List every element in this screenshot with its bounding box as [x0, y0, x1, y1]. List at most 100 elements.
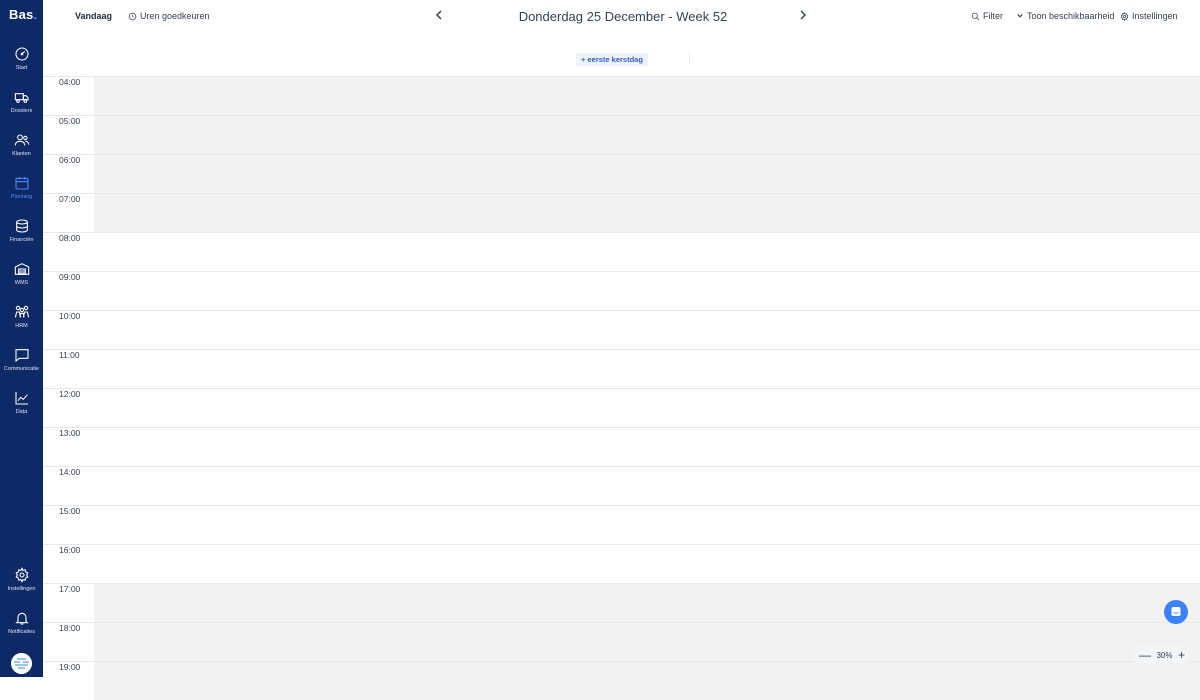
hour-row: 19:00 — [43, 661, 1200, 700]
sidebar-item-dossiers[interactable]: Dossiers — [0, 89, 43, 114]
sidebar-item-start[interactable]: Start — [0, 46, 43, 71]
bell-icon — [14, 612, 29, 625]
sidebar-item-label: Financiën — [9, 237, 34, 243]
hour-label: 10:00 — [59, 311, 81, 321]
sidebar-item-label: Start — [15, 65, 28, 71]
chat-icon — [14, 349, 29, 363]
hour-label: 13:00 — [59, 428, 81, 438]
hour-label: 06:00 — [59, 155, 81, 165]
sidebar-item-label: Instellingen — [7, 586, 36, 592]
hour-slot[interactable] — [94, 194, 1200, 232]
hour-row: 11:00 — [43, 349, 1200, 388]
gear-icon — [1120, 11, 1129, 21]
avatar[interactable] — [11, 653, 32, 674]
hour-slot[interactable] — [94, 389, 1200, 427]
approve-hours-button[interactable]: Uren goedkeuren — [128, 11, 210, 21]
filter-label: Filter — [983, 11, 1003, 21]
availability-label: Toon beschikbaarheid — [1027, 11, 1115, 21]
truck-icon — [14, 93, 29, 103]
hour-slot[interactable] — [94, 467, 1200, 505]
hour-label: 18:00 — [59, 623, 81, 633]
availability-toggle[interactable]: Toon beschikbaarheid — [1016, 11, 1115, 21]
search-icon — [971, 12, 980, 20]
hour-slot[interactable] — [94, 272, 1200, 310]
zoom-control: — 30% + — [1133, 644, 1191, 666]
hour-label: 08:00 — [59, 233, 81, 243]
sidebar-item-wms[interactable]: WMS — [0, 261, 43, 286]
hour-row: 05:00 — [43, 115, 1200, 154]
sidebar-item-data[interactable]: Data — [0, 390, 43, 415]
hour-row: 10:00 — [43, 310, 1200, 349]
topbar: Vandaag Uren goedkeuren Donderdag 25 Dec… — [43, 0, 1200, 36]
hour-row: 16:00 — [43, 544, 1200, 583]
chevron-left-icon — [435, 10, 442, 20]
filter-button[interactable]: Filter — [971, 11, 1003, 21]
hour-row: 15:00 — [43, 505, 1200, 544]
sidebar-item-financien[interactable]: Financiën — [0, 218, 43, 243]
plus-icon: + — [581, 55, 586, 64]
sidebar-item-planning[interactable]: Planning — [0, 175, 43, 200]
hour-label: 12:00 — [59, 389, 81, 399]
sidebar-item-klanten[interactable]: Klanten — [0, 132, 43, 157]
next-day-button[interactable] — [798, 9, 808, 24]
date-title: Donderdag 25 December - Week 52 — [518, 9, 728, 24]
sidebar-item-instellingen[interactable]: Instellingen — [0, 567, 43, 592]
hour-slot[interactable] — [94, 428, 1200, 466]
hour-label: 05:00 — [59, 116, 81, 126]
hour-label: 07:00 — [59, 194, 81, 204]
zoom-in-button[interactable]: + — [1178, 648, 1185, 662]
hour-label: 15:00 — [59, 506, 81, 516]
hour-slot[interactable] — [94, 77, 1200, 115]
previous-day-button[interactable] — [434, 9, 444, 24]
hour-row: 18:00 — [43, 622, 1200, 661]
today-button[interactable]: Vandaag — [75, 11, 112, 21]
hour-slot[interactable] — [94, 233, 1200, 271]
team-icon — [14, 305, 29, 318]
hour-slot[interactable] — [94, 116, 1200, 154]
hour-slot[interactable] — [94, 623, 1200, 661]
hour-slot[interactable] — [94, 506, 1200, 544]
chat-bubble-icon — [1171, 607, 1181, 616]
hour-row: 09:00 — [43, 271, 1200, 310]
hour-slot[interactable] — [94, 311, 1200, 349]
chevron-down-icon — [1017, 14, 1023, 18]
hour-label: 14:00 — [59, 467, 81, 477]
settings-label: Instellingen — [1132, 11, 1178, 21]
hour-slot[interactable] — [94, 662, 1200, 700]
gauge-icon — [14, 47, 29, 61]
support-chat-button[interactable] — [1164, 600, 1188, 624]
sidebar-item-label: Klanten — [12, 151, 31, 157]
hour-slot[interactable] — [94, 350, 1200, 388]
sidebar-item-label: HRM — [15, 323, 28, 329]
hour-slot[interactable] — [94, 584, 1200, 622]
sidebar-item-label: Notificaties — [8, 629, 35, 635]
sidebar-item-label: Dossiers — [10, 108, 33, 114]
hour-label: 04:00 — [59, 77, 81, 87]
users-icon — [14, 134, 29, 146]
app-logo[interactable]: Bas. — [9, 7, 37, 22]
hour-label: 09:00 — [59, 272, 81, 282]
zoom-out-button[interactable]: — — [1139, 648, 1151, 662]
hour-label: 17:00 — [59, 584, 81, 594]
sidebar-item-notificaties[interactable]: Notificaties — [0, 610, 43, 635]
sidebar-item-communicatie[interactable]: Communicatie — [0, 347, 43, 372]
approve-hours-label: Uren goedkeuren — [140, 11, 210, 21]
sidebar-item-hrm[interactable]: HRM — [0, 304, 43, 329]
hour-slot[interactable] — [94, 545, 1200, 583]
sidebar-item-label: Communicatie — [3, 366, 40, 372]
avatar-logo-icon — [11, 653, 32, 674]
hour-row: 13:00 — [43, 427, 1200, 466]
hour-label: 16:00 — [59, 545, 81, 555]
coins-icon — [15, 219, 28, 233]
sidebar-item-label: Planning — [10, 194, 33, 200]
holiday-badge[interactable]: + eerste kerstdag — [576, 53, 648, 66]
sidebar-item-label: Data — [15, 409, 28, 415]
schedule-grid: 04:00 05:00 06:00 07:00 08:00 09:00 10:00 11:00… — [43, 76, 1200, 700]
hour-row: 14:00 — [43, 466, 1200, 505]
hour-slot[interactable] — [94, 155, 1200, 193]
settings-button[interactable]: Instellingen — [1120, 11, 1178, 21]
hour-row: 17:00 — [43, 583, 1200, 622]
calendar-icon — [14, 177, 29, 190]
hour-row: 08:00 — [43, 232, 1200, 271]
sidebar: Bas. Start Dossiers Klanten Planning Fin… — [0, 0, 43, 677]
